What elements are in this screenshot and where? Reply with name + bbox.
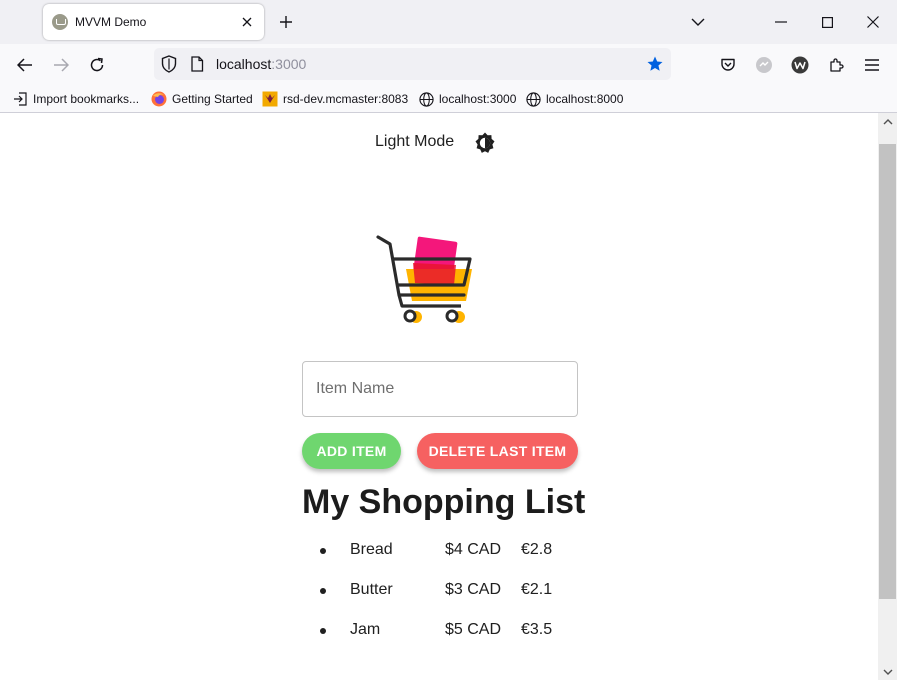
bullet-icon (320, 588, 326, 594)
globe-icon (525, 91, 541, 107)
add-item-button[interactable]: ADD ITEM (302, 433, 401, 469)
bookmark-label: localhost:3000 (439, 92, 517, 106)
new-tab-button[interactable] (276, 12, 296, 32)
star-icon[interactable] (646, 55, 664, 78)
scroll-up-arrow-icon[interactable] (878, 113, 897, 130)
scroll-down-arrow-icon[interactable] (878, 663, 897, 680)
reload-button[interactable] (84, 52, 110, 78)
item-name: Butter (350, 581, 393, 598)
list-item: Bread $4 CAD €2.8 (302, 541, 602, 581)
cart-favicon-icon (52, 14, 68, 30)
item-name-input[interactable] (302, 361, 578, 417)
address-bar[interactable]: localhost:3000 (154, 48, 671, 80)
globe-icon (418, 91, 434, 107)
navigation-toolbar: localhost:3000 (0, 44, 897, 86)
scrollbar-thumb[interactable] (879, 144, 896, 599)
bookmark-localhost-8000[interactable]: localhost:8000 (525, 90, 623, 108)
list-all-tabs-button[interactable] (684, 8, 712, 36)
bullet-icon (320, 548, 326, 554)
maximize-button[interactable] (813, 8, 841, 36)
bookmark-label: Getting Started (172, 92, 253, 106)
forward-button[interactable] (48, 52, 74, 78)
close-icon[interactable] (238, 13, 256, 31)
pocket-icon[interactable] (715, 52, 741, 78)
item-name: Bread (350, 541, 393, 558)
bookmark-label: rsd-dev.mcmaster:8083 (283, 92, 409, 106)
bookmark-rsd-dev[interactable]: rsd-dev.mcmaster:8083 (262, 90, 408, 108)
item-price-cad: $5 CAD (445, 621, 502, 638)
menu-icon[interactable] (859, 52, 885, 78)
bullet-icon (320, 628, 326, 634)
tab-mvvm-demo[interactable]: MVVM Demo (43, 4, 264, 40)
theme-toggle-row: Light Mode (0, 131, 878, 155)
item-name: Jam (350, 621, 381, 638)
item-price-cad: $3 CAD (445, 581, 502, 598)
w-extension-icon[interactable] (787, 52, 813, 78)
import-icon (12, 91, 28, 107)
tab-title: MVVM Demo (75, 15, 147, 29)
bookmark-getting-started[interactable]: Getting Started (151, 90, 253, 108)
tab-strip: MVVM Demo (0, 0, 897, 44)
delete-last-item-button[interactable]: DELETE LAST ITEM (417, 433, 578, 469)
brightness-icon[interactable] (473, 131, 497, 155)
site-icon (262, 91, 278, 107)
bookmarks-toolbar: Import bookmarks... Getting Started rsd-… (0, 86, 897, 113)
list-item: Butter $3 CAD €2.1 (302, 581, 602, 621)
url-port: :3000 (271, 56, 307, 72)
bookmark-import[interactable]: Import bookmarks... (12, 90, 139, 108)
bookmark-localhost-3000[interactable]: localhost:3000 (418, 90, 516, 108)
shopping-list: Bread $4 CAD €2.8 Butter $3 CAD €2.1 Jam… (302, 541, 602, 661)
item-price-eur: €2.1 (521, 581, 553, 598)
extensions-icon[interactable] (823, 52, 849, 78)
item-price-cad: $4 CAD (445, 541, 502, 558)
page-viewport: Light Mode ADD ITEM DE (0, 113, 878, 680)
url-host: localhost (216, 56, 272, 72)
url-text[interactable]: localhost:3000 (216, 56, 306, 72)
back-button[interactable] (12, 52, 38, 78)
close-window-button[interactable] (859, 8, 887, 36)
minimize-button[interactable] (767, 8, 795, 36)
vertical-scrollbar[interactable] (878, 113, 897, 680)
page-info-icon[interactable] (190, 56, 204, 77)
mode-label: Light Mode (375, 133, 455, 150)
extension-grey-icon[interactable] (751, 52, 777, 78)
list-item: Jam $5 CAD €3.5 (302, 621, 602, 661)
item-price-eur: €3.5 (521, 621, 553, 638)
shopping-list-title: My Shopping List (302, 483, 586, 521)
shield-icon[interactable] (161, 55, 177, 78)
firefox-icon (151, 91, 167, 107)
item-price-eur: €2.8 (521, 541, 553, 558)
bookmark-label: Import bookmarks... (33, 92, 140, 106)
bookmark-label: localhost:8000 (546, 92, 624, 106)
shopping-cart-logo (376, 235, 476, 327)
